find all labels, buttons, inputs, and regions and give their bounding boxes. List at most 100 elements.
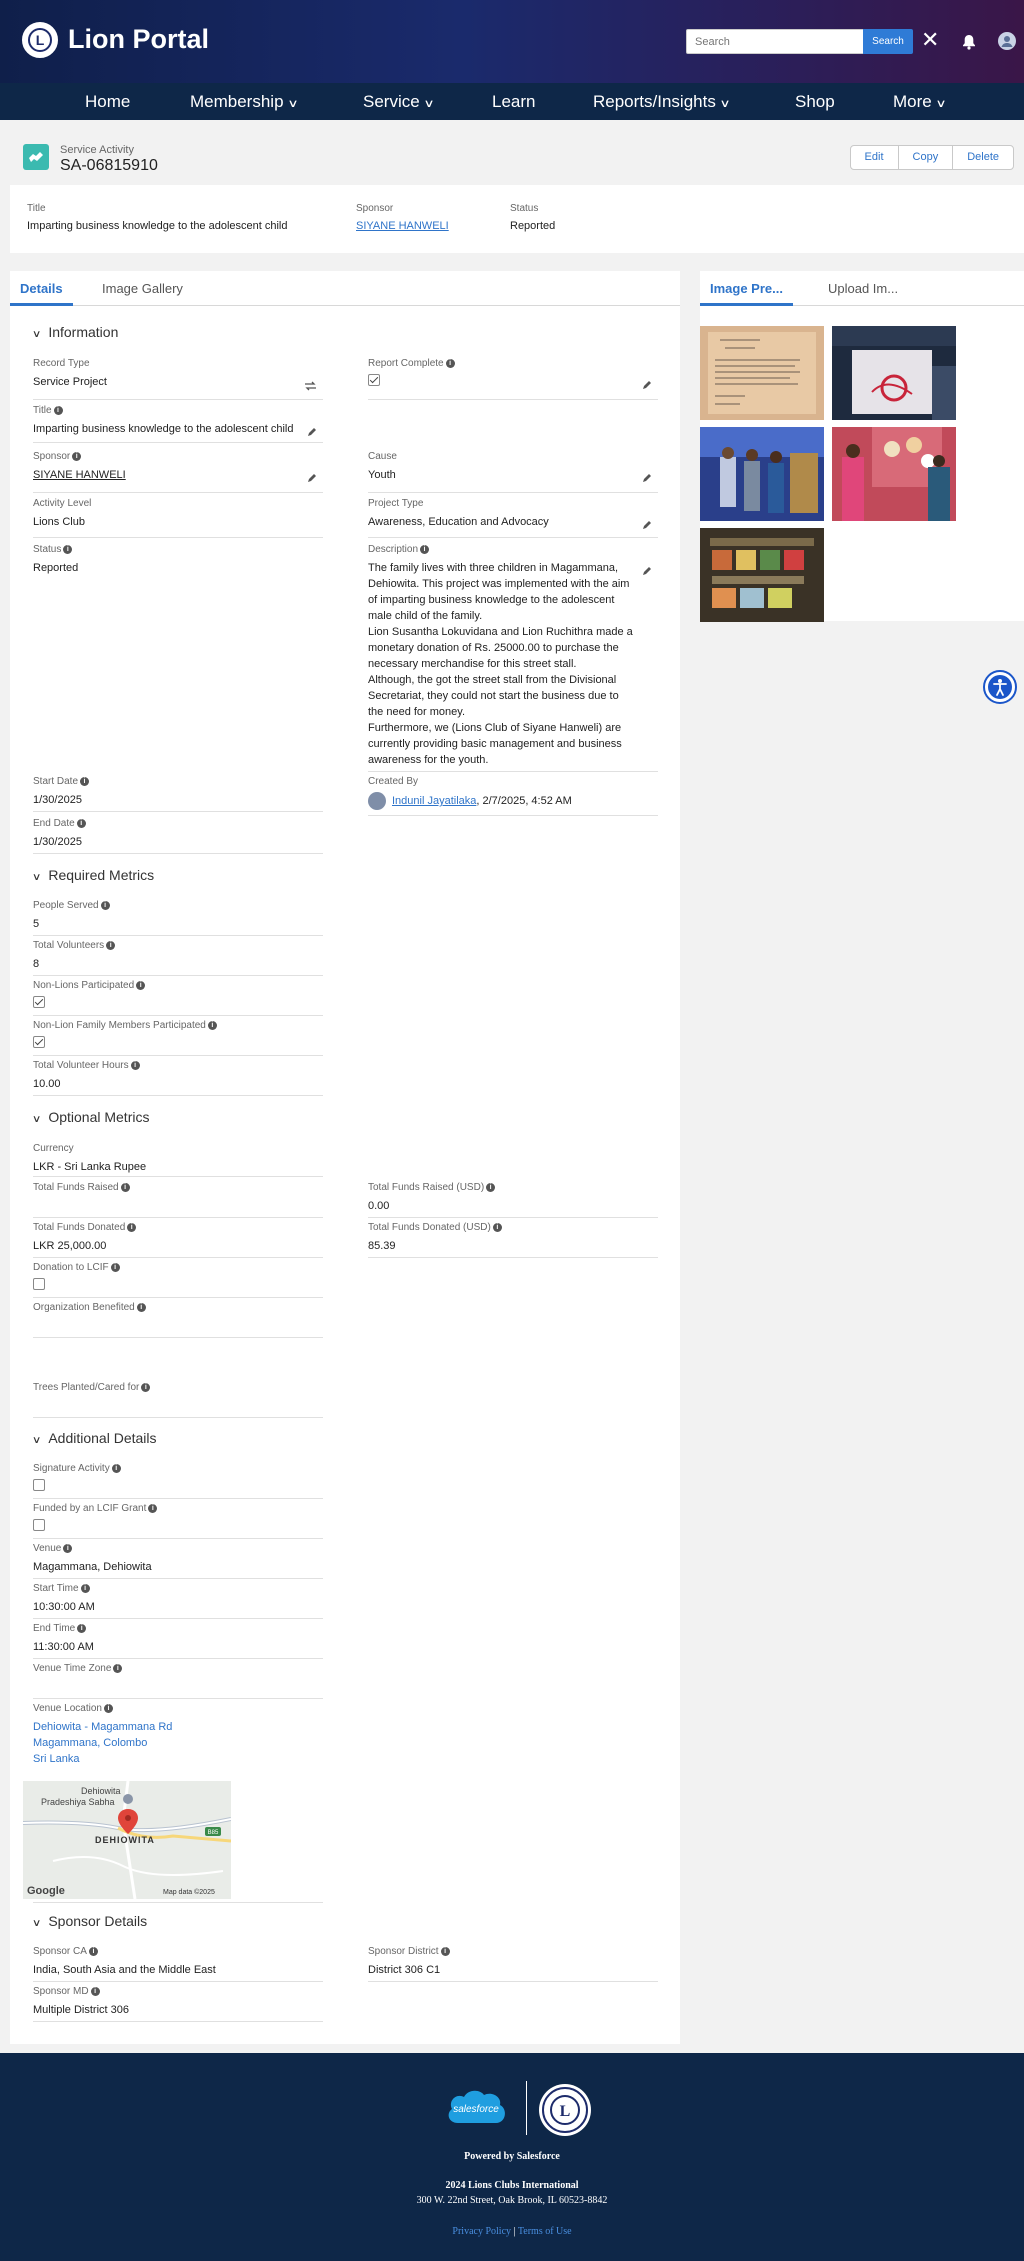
main-nav: Home Membership ∨ Service ∨ Learn Reports/… (0, 83, 1024, 120)
signature-activity-checkbox[interactable] (33, 1479, 45, 1491)
record-name: SA-06815910 (60, 157, 158, 174)
pencil-icon[interactable] (307, 427, 317, 437)
lcif-grant-checkbox[interactable] (33, 1519, 45, 1531)
info-icon[interactable]: i (440, 1946, 450, 1956)
info-icon[interactable]: i (72, 451, 82, 461)
info-icon[interactable]: i (445, 358, 455, 368)
info-icon[interactable]: i (492, 1222, 502, 1232)
info-icon[interactable]: i (88, 1946, 98, 1956)
info-icon[interactable]: i (77, 1623, 87, 1633)
brand-title[interactable]: Lion Portal (68, 24, 209, 55)
footer-divider (526, 2081, 527, 2135)
info-icon[interactable]: i (90, 1986, 100, 1996)
image-thumbnail[interactable] (832, 427, 956, 521)
nav-learn[interactable]: Learn (492, 83, 535, 120)
info-icon[interactable]: i (80, 1583, 90, 1593)
sponsor-link[interactable]: SIYANE HANWELI (33, 467, 323, 483)
tab-image-gallery[interactable]: Image Gallery (102, 271, 183, 306)
info-icon[interactable]: i (106, 940, 116, 950)
info-icon[interactable]: i (53, 405, 63, 415)
map-place-label: Dehiowita (81, 1786, 121, 1796)
non-lions-checkbox[interactable] (33, 996, 45, 1008)
field-venue-timezone: Venue Time Zone i (33, 1663, 323, 1699)
info-icon[interactable]: i (120, 1182, 130, 1192)
copy-button[interactable]: Copy (897, 145, 954, 170)
info-icon[interactable]: i (63, 1543, 73, 1553)
field-org-benefited: Organization Benefited i (33, 1302, 323, 1338)
chevron-down-icon: ∨ (31, 1435, 42, 1446)
created-by-link[interactable]: Indunil Jayatilaka (392, 795, 476, 807)
pencil-icon[interactable] (642, 473, 652, 483)
image-thumbnail[interactable] (700, 326, 824, 420)
delete-button[interactable]: Delete (952, 145, 1014, 170)
pencil-icon[interactable] (642, 520, 652, 530)
info-icon[interactable]: i (113, 1663, 123, 1673)
image-thumbnail[interactable] (700, 427, 824, 521)
info-icon[interactable]: i (136, 980, 146, 990)
section-information[interactable]: ∨ Information (32, 324, 118, 340)
pencil-icon[interactable] (307, 473, 317, 483)
nav-reports[interactable]: Reports/Insights ∨ (593, 83, 731, 120)
non-lion-family-checkbox[interactable] (33, 1036, 45, 1048)
info-icon[interactable]: i (76, 818, 86, 828)
image-thumbnail[interactable] (700, 528, 824, 622)
section-additional-details[interactable]: ∨ Additional Details (31, 1430, 157, 1446)
info-icon[interactable]: i (63, 544, 73, 554)
info-icon[interactable]: i (148, 1503, 158, 1513)
section-optional-metrics[interactable]: ∨ Optional Metrics (32, 1109, 150, 1125)
venue-map[interactable]: B85 Dehiowita Pradeshiya Sabha DEHIOWITA… (23, 1781, 231, 1899)
tab-upload-image[interactable]: Upload Im... (828, 271, 898, 306)
details-tabs: Details Image Gallery (10, 271, 680, 306)
info-icon[interactable]: i (110, 1262, 120, 1272)
info-icon[interactable]: i (136, 1302, 146, 1312)
info-icon[interactable]: i (100, 900, 110, 910)
image-thumbnail[interactable] (832, 326, 956, 420)
section-required-metrics[interactable]: ∨ Required Metrics (32, 867, 154, 883)
description-paragraph: Furthermore, we (Lions Club of Siyane Ha… (368, 722, 622, 766)
section-sponsor-details[interactable]: ∨ Sponsor Details (32, 1913, 147, 1929)
info-icon[interactable]: i (80, 776, 90, 786)
privacy-policy-link[interactable]: Privacy Policy (452, 2226, 511, 2237)
info-icon[interactable]: i (127, 1222, 137, 1232)
lions-logo-icon[interactable]: L (22, 22, 58, 58)
footer-links: Privacy Policy | Terms of Use (452, 2226, 572, 2237)
field-volunteer-hours: Total Volunteer Hours i 10.00 (33, 1060, 323, 1096)
chevron-down-icon: ∨ (423, 98, 435, 110)
action-buttons: Edit Copy Delete (849, 145, 1014, 170)
tab-image-preview[interactable]: Image Pre... (700, 271, 793, 306)
map-credit: Map data ©2025 (163, 1888, 215, 1896)
field-non-lions: Non-Lions Participated i (33, 980, 323, 1016)
close-icon[interactable]: ✕ (921, 28, 939, 52)
search-button[interactable]: Search (863, 29, 913, 54)
nav-membership[interactable]: Membership ∨ (190, 83, 298, 120)
bell-icon[interactable] (962, 34, 976, 50)
info-icon[interactable]: i (207, 1020, 217, 1030)
info-icon[interactable]: i (420, 544, 430, 554)
accessibility-button[interactable] (983, 670, 1017, 704)
nav-shop[interactable]: Shop (795, 83, 835, 120)
pencil-icon[interactable] (642, 566, 652, 576)
highlights-panel: Title Imparting business knowledge to th… (10, 185, 1024, 253)
sponsor-link[interactable]: SIYANE HANWELI (356, 220, 449, 232)
account-icon[interactable] (998, 32, 1016, 50)
info-icon[interactable]: i (103, 1703, 113, 1713)
field-description: Description i The family lives with three… (368, 544, 658, 772)
info-icon[interactable]: i (130, 1060, 140, 1070)
search-input[interactable] (686, 29, 864, 54)
info-icon[interactable]: i (111, 1463, 121, 1473)
field-record-type: Record Type Service Project (33, 358, 323, 400)
pencil-icon[interactable] (642, 380, 652, 390)
donation-lcif-checkbox[interactable] (33, 1278, 45, 1290)
field-funds-donated-usd: Total Funds Donated (USD) i 85.39 (368, 1222, 658, 1258)
change-record-type-icon[interactable] (304, 380, 317, 392)
info-icon[interactable]: i (141, 1382, 151, 1392)
report-complete-checkbox[interactable] (368, 374, 380, 386)
nav-home[interactable]: Home (85, 83, 130, 120)
terms-of-use-link[interactable]: Terms of Use (518, 2226, 572, 2237)
venue-address-link[interactable]: Dehiowita - Magammana Rd Magammana, Colo… (33, 1719, 323, 1767)
nav-service[interactable]: Service ∨ (363, 83, 435, 120)
tab-details[interactable]: Details (10, 271, 73, 306)
info-icon[interactable]: i (486, 1182, 496, 1192)
edit-button[interactable]: Edit (849, 145, 899, 170)
nav-more[interactable]: More ∨ (893, 83, 946, 120)
